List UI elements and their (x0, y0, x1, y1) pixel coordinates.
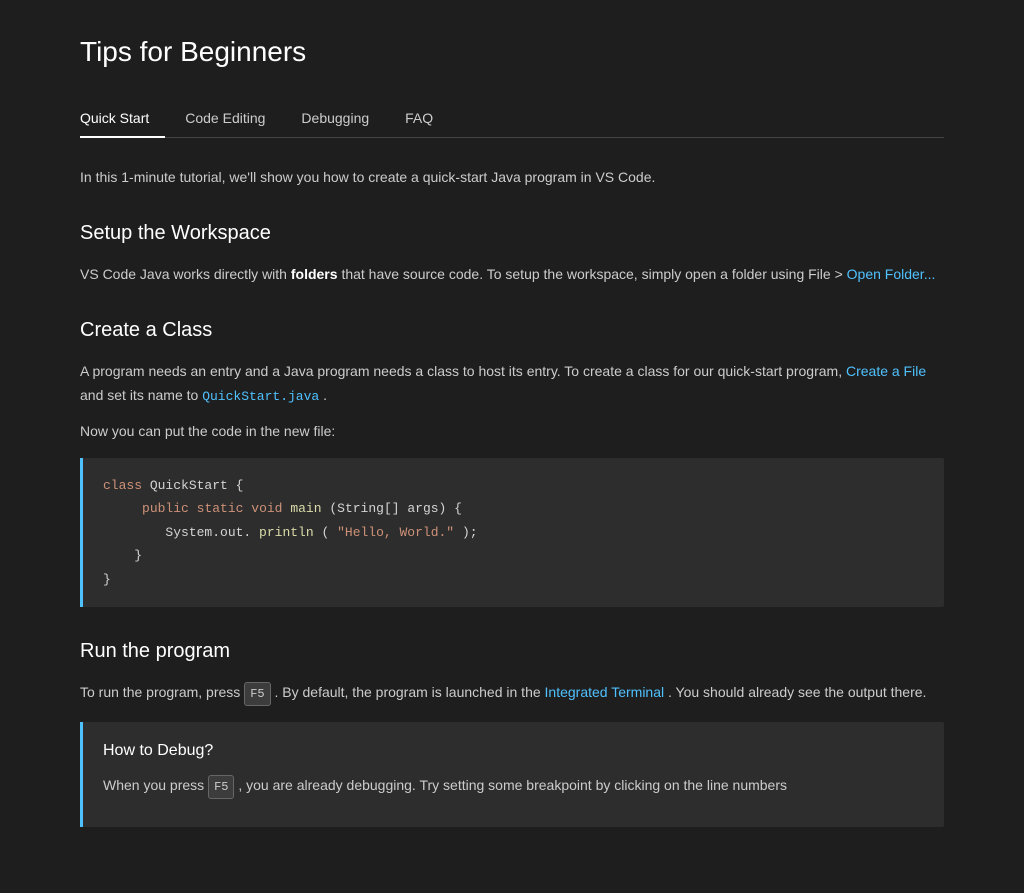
callout-text2: , you are already debugging. Try setting… (238, 777, 787, 793)
section-title-run: Run the program (80, 635, 944, 667)
section-setup-workspace: Setup the Workspace VS Code Java works d… (80, 217, 944, 287)
callout-text1: When you press (103, 777, 208, 793)
create-class-body: A program needs an entry and a Java prog… (80, 360, 944, 408)
callout-body: When you press F5 , you are already debu… (103, 774, 924, 799)
code-line-4: } (103, 544, 924, 567)
f5-key-debug: F5 (208, 775, 234, 799)
create-class-text2: and set its name to (80, 387, 202, 403)
callout-title: How to Debug? (103, 738, 924, 764)
section-title-create-class: Create a Class (80, 314, 944, 346)
setup-bold: folders (291, 266, 338, 282)
tabs-nav: Quick Start Code Editing Debugging FAQ (80, 99, 944, 138)
setup-text-after: that have source code. To setup the work… (341, 266, 846, 282)
create-class-text1: A program needs an entry and a Java prog… (80, 363, 846, 379)
code-line-2: public static void main (String[] args) … (103, 497, 924, 520)
tab-faq[interactable]: FAQ (389, 99, 449, 137)
setup-text-before: VS Code Java works directly with (80, 266, 291, 282)
integrated-terminal-link[interactable]: Integrated Terminal (545, 684, 665, 700)
page-title: Tips for Beginners (80, 30, 944, 75)
section-create-class: Create a Class A program needs an entry … (80, 314, 944, 607)
run-text2: . By default, the program is launched in… (274, 684, 544, 700)
run-body: To run the program, press F5 . By defaul… (80, 681, 944, 706)
setup-body: VS Code Java works directly with folders… (80, 263, 944, 287)
open-folder-link[interactable]: Open Folder... (847, 266, 936, 282)
code-line-1: class QuickStart { (103, 474, 924, 497)
run-text3: . You should already see the output ther… (668, 684, 926, 700)
tab-quick-start[interactable]: Quick Start (80, 99, 165, 137)
code-block-quickstart: class QuickStart { public static void ma… (80, 458, 944, 607)
code-line-3: System.out. println ( "Hello, World." ); (103, 521, 924, 544)
main-container: Tips for Beginners Quick Start Code Edit… (0, 0, 1024, 893)
create-class-period: . (323, 387, 327, 403)
tab-code-editing[interactable]: Code Editing (169, 99, 281, 137)
callout-debug: How to Debug? When you press F5 , you ar… (80, 722, 944, 827)
code-line-5: } (103, 568, 924, 591)
section-title-setup: Setup the Workspace (80, 217, 944, 249)
quickstart-filename: QuickStart.java (202, 389, 319, 404)
tab-debugging[interactable]: Debugging (285, 99, 385, 137)
create-class-instruction: Now you can put the code in the new file… (80, 420, 944, 444)
section-run-program: Run the program To run the program, pres… (80, 635, 944, 827)
create-file-link[interactable]: Create a File (846, 363, 926, 379)
f5-key-run: F5 (244, 682, 270, 706)
run-text1: To run the program, press (80, 684, 244, 700)
intro-text: In this 1-minute tutorial, we'll show yo… (80, 166, 944, 188)
